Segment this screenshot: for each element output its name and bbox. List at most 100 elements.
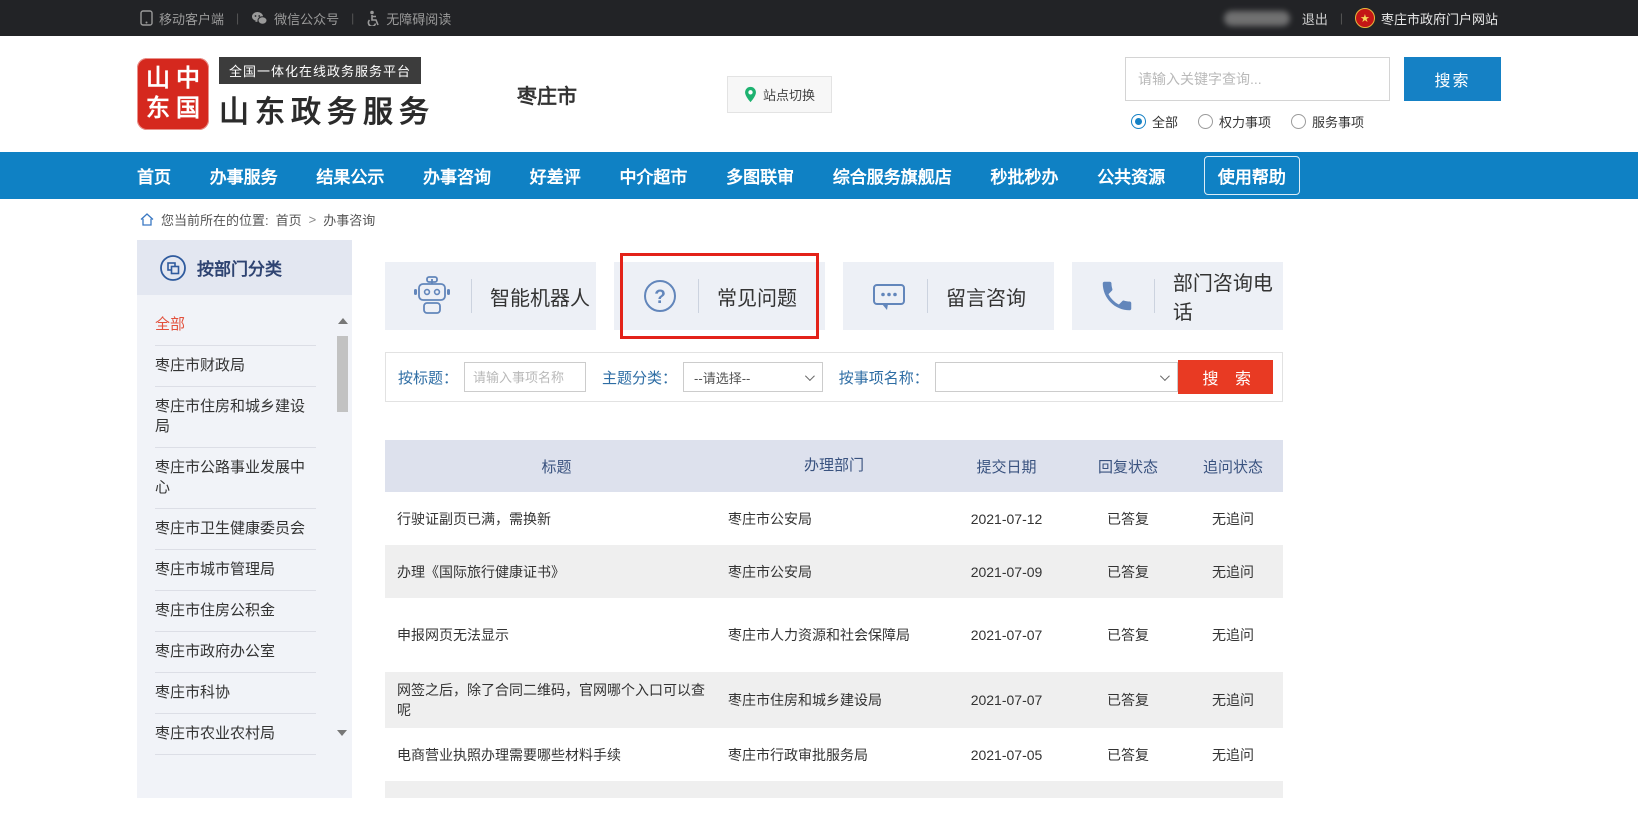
breadcrumb-prefix: 您当前所在的位置: <box>161 210 269 229</box>
nav-joint-review[interactable]: 多图联审 <box>726 163 794 188</box>
header-search-button[interactable]: 搜索 <box>1404 57 1501 101</box>
site-logo[interactable]: 山 中 东 国 全国一体化在线政务服务平台 山东政务服务 <box>137 57 435 131</box>
submit-date: 2021-07-05 <box>940 747 1073 763</box>
tab-department-phone-label: 部门咨询电话 <box>1173 267 1283 325</box>
table-row[interactable]: 办理《国际旅行健康证书》 枣庄市公安局 2021-07-09 已答复 无追问 <box>385 545 1283 598</box>
wechat-link[interactable]: 微信公众号 <box>251 9 339 28</box>
site-switch-button[interactable]: 站点切换 <box>727 76 832 113</box>
seal-char: 山 <box>143 64 173 94</box>
title-filter-label: 按标题： <box>398 367 458 388</box>
radio-service-items[interactable]: 服务事项 <box>1291 112 1364 131</box>
tab-faq[interactable]: ? 常见问题 <box>614 262 825 330</box>
radio-selected-icon[interactable] <box>1131 114 1146 129</box>
nav-instant-approval[interactable]: 秒批秒办 <box>991 163 1059 188</box>
radio-power-label: 权力事项 <box>1219 112 1271 131</box>
divider <box>927 279 928 313</box>
nav-results[interactable]: 结果公示 <box>316 163 384 188</box>
question-title[interactable]: 电商营业执照办理需要哪些材料手续 <box>385 737 728 773</box>
shandong-seal-logo: 山 中 东 国 <box>137 58 209 130</box>
followup-status: 无追问 <box>1183 625 1283 645</box>
radio-power-items[interactable]: 权力事项 <box>1198 112 1271 131</box>
main-navigation: 首页 办事服务 结果公示 办事咨询 好差评 中介超市 多图联审 综合服务旗舰店 … <box>0 152 1638 199</box>
accessibility-label: 无障碍阅读 <box>386 9 451 28</box>
nav-agency-market[interactable]: 中介超市 <box>619 163 687 188</box>
column-followup-status: 追问状态 <box>1183 456 1283 477</box>
sidebar-item-city-management-bureau[interactable]: 枣庄市城市管理局 <box>155 550 316 591</box>
sidebar-item-housing-construction-bureau[interactable]: 枣庄市住房和城乡建设局 <box>155 387 316 448</box>
message-icon <box>869 277 909 315</box>
sidebar-scrollbar[interactable] <box>336 318 349 412</box>
gov-portal-label: 枣庄市政府门户网站 <box>1381 9 1498 28</box>
column-title: 标题 <box>385 456 728 477</box>
radio-unselected-icon[interactable] <box>1198 114 1213 129</box>
platform-badge: 全国一体化在线政务服务平台 <box>219 57 421 84</box>
nav-services[interactable]: 办事服务 <box>210 163 278 188</box>
sidebar-item-housing-fund[interactable]: 枣庄市住房公积金 <box>155 591 316 632</box>
nav-home[interactable]: 首页 <box>137 163 171 188</box>
tab-message-consult[interactable]: 留言咨询 <box>843 262 1054 330</box>
question-title[interactable]: 办理《国际旅行健康证书》 <box>385 554 728 590</box>
keyword-search-input[interactable] <box>1125 57 1390 101</box>
followup-status: 无追问 <box>1183 509 1283 529</box>
question-title[interactable]: 申报网页无法显示 <box>385 617 728 653</box>
sidebar-item-health-commission[interactable]: 枣庄市卫生健康委员会 <box>155 509 316 550</box>
site-header: 山 中 东 国 全国一体化在线政务服务平台 山东政务服务 枣庄市 站点切换 搜索 <box>0 36 1638 152</box>
seal-char: 国 <box>173 94 203 124</box>
nav-help-button[interactable]: 使用帮助 <box>1204 156 1300 195</box>
robot-icon <box>411 276 453 316</box>
scroll-down-icon[interactable] <box>337 730 347 736</box>
tab-department-phone[interactable]: 部门咨询电话 <box>1072 262 1283 330</box>
sidebar-item-all[interactable]: 全部 <box>155 305 316 346</box>
item-select[interactable] <box>935 362 1179 392</box>
title-filter-input[interactable] <box>464 362 586 392</box>
breadcrumb-separator: > <box>309 212 317 227</box>
filter-search-button[interactable]: 搜 索 <box>1178 360 1273 394</box>
consult-content: 智能机器人 ? 常见问题 留言咨询 部门咨 <box>385 240 1283 798</box>
breadcrumb-current: 办事咨询 <box>323 210 375 229</box>
sidebar-item-finance-bureau[interactable]: 枣庄市财政局 <box>155 346 316 387</box>
nav-rating[interactable]: 好差评 <box>530 163 581 188</box>
logout-label: 退出 <box>1302 9 1328 28</box>
mobile-app-label: 移动客户端 <box>159 9 224 28</box>
nav-consult[interactable]: 办事咨询 <box>423 163 491 188</box>
scroll-up-icon[interactable] <box>338 318 348 324</box>
tab-smart-robot-label: 智能机器人 <box>490 282 590 311</box>
nav-flagship-store[interactable]: 综合服务旗舰店 <box>833 163 952 188</box>
sidebar-item-agriculture-bureau[interactable]: 枣庄市农业农村局 <box>155 714 316 755</box>
sidebar-item-highway-center[interactable]: 枣庄市公路事业发展中心 <box>155 448 316 509</box>
sidebar-title: 按部门分类 <box>197 255 282 280</box>
handling-department: 枣庄市人力资源和社会保障局 <box>728 616 940 654</box>
table-row[interactable]: 电商营业执照办理需要哪些材料手续 枣庄市行政审批服务局 2021-07-05 已… <box>385 728 1283 781</box>
scrollbar-thumb[interactable] <box>337 336 348 412</box>
table-row[interactable]: 网签之后，除了合同二维码，官网哪个入口可以查呢 枣庄市住房和城乡建设局 2021… <box>385 672 1283 728</box>
national-emblem-icon: ★ <box>1355 8 1375 28</box>
followup-status: 无追问 <box>1183 562 1283 582</box>
nav-public-resources[interactable]: 公共资源 <box>1097 163 1165 188</box>
radio-unselected-icon[interactable] <box>1291 114 1306 129</box>
accessibility-icon <box>366 10 380 26</box>
submit-date: 2021-07-07 <box>940 692 1073 708</box>
gov-portal-link[interactable]: ★ 枣庄市政府门户网站 <box>1355 8 1498 28</box>
table-row[interactable]: 行驶证副页已满，需换新 枣庄市公安局 2021-07-12 已答复 无追问 <box>385 492 1283 545</box>
breadcrumb: 您当前所在的位置: 首页 > 办事咨询 <box>140 199 1638 240</box>
sidebar-item-government-office[interactable]: 枣庄市政府办公室 <box>155 632 316 673</box>
mobile-app-link[interactable]: 移动客户端 <box>140 9 224 28</box>
submit-date: 2021-07-07 <box>940 627 1073 643</box>
question-title[interactable]: 行驶证副页已满，需换新 <box>385 501 728 537</box>
radio-service-label: 服务事项 <box>1312 112 1364 131</box>
divider <box>698 279 699 313</box>
radio-all[interactable]: 全部 <box>1131 112 1178 131</box>
sidebar-item-science-association[interactable]: 枣庄市科协 <box>155 673 316 714</box>
question-title[interactable]: 网签之后，除了合同二维码，官网哪个入口可以查呢 <box>385 672 728 728</box>
topic-select[interactable]: --请选择-- <box>683 362 823 392</box>
logout-link[interactable]: 退出 <box>1302 9 1328 28</box>
breadcrumb-home-link[interactable]: 首页 <box>276 210 302 229</box>
question-icon: ? <box>640 276 680 316</box>
accessibility-link[interactable]: 无障碍阅读 <box>366 9 451 28</box>
column-date: 提交日期 <box>940 456 1073 477</box>
submit-date: 2021-07-09 <box>940 564 1073 580</box>
department-list: 全部 枣庄市财政局 枣庄市住房和城乡建设局 枣庄市公路事业发展中心 枣庄市卫生健… <box>137 295 352 769</box>
table-row[interactable]: 申报网页无法显示 枣庄市人力资源和社会保障局 2021-07-07 已答复 无追… <box>385 598 1283 672</box>
tab-smart-robot[interactable]: 智能机器人 <box>385 262 596 330</box>
chevron-down-icon <box>805 371 815 381</box>
